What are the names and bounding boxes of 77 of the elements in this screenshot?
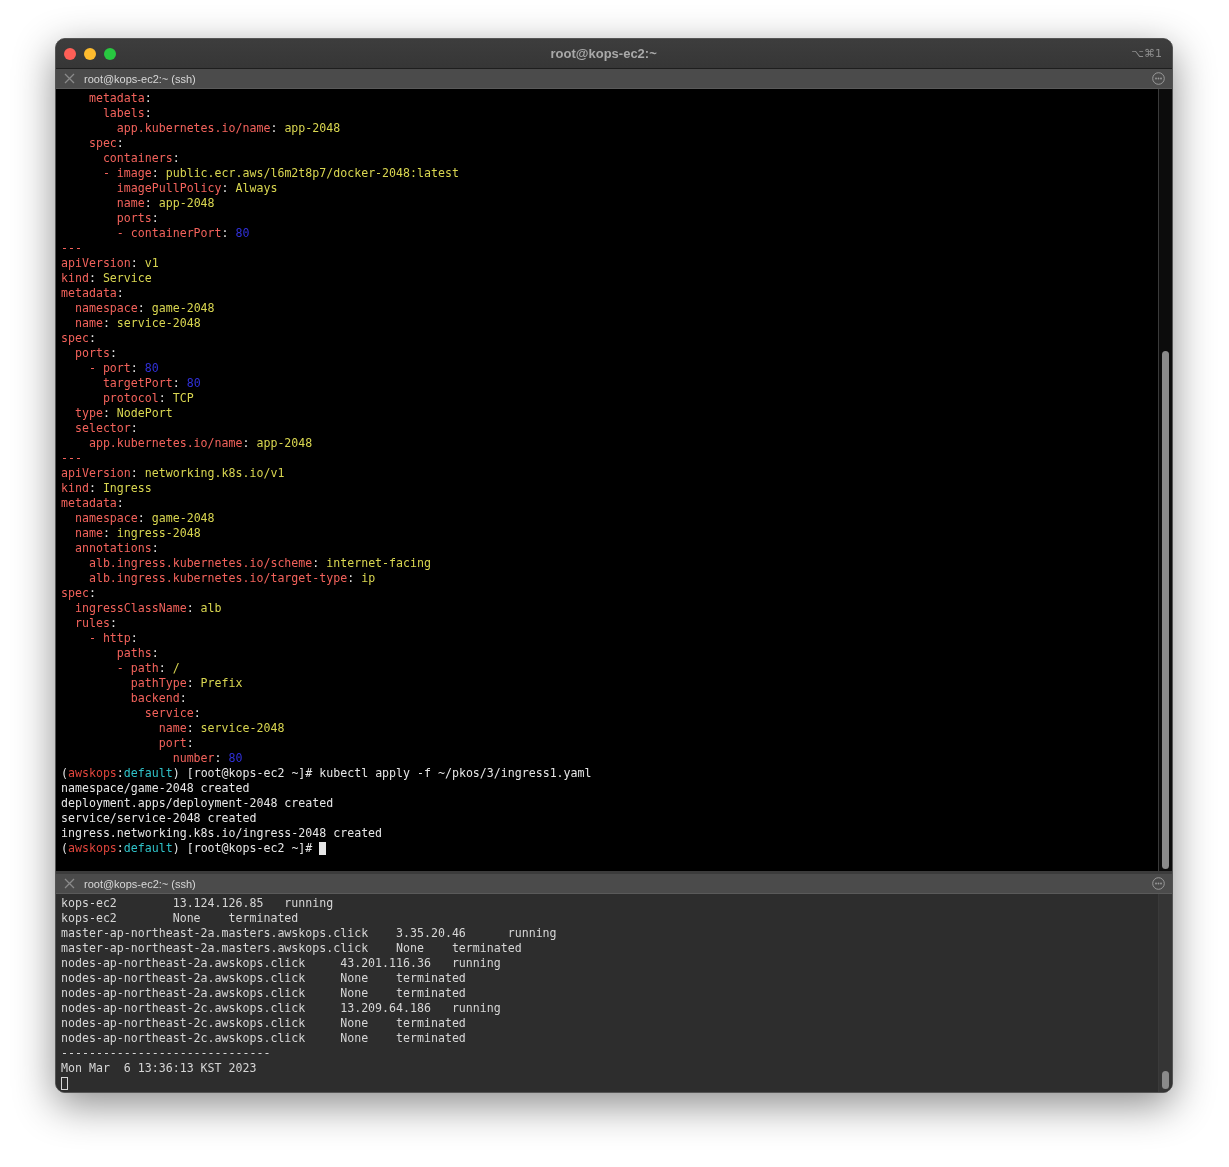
scrollbar-thumb[interactable] [1162,351,1169,869]
terminal-line: spec: [87,136,124,151]
terminal-line: --- [61,241,82,256]
terminal-line: apiVersion: networking.k8s.io/v1 [61,466,285,481]
close-button[interactable] [64,47,76,60]
terminal-line: name: service-2048 [157,721,285,736]
terminal-line: service/service-2048 created [61,811,257,826]
terminal-line: protocol: TCP [101,391,194,406]
terminal-line: namespace: game-2048 [73,511,215,526]
terminal-line: ingress.networking.k8s.io/ingress-2048 created [61,826,383,841]
terminal-line: nodes-ap-northeast-2c.awskops.click None terminated [61,1016,466,1031]
terminal-line: targetPort: 80 [101,376,201,391]
terminal-line: backend: [129,691,187,706]
terminal-line: kind: Service [61,271,152,286]
terminal-line: name: service-2048 [73,316,201,331]
terminal-line: nodes-ap-northeast-2a.awskops.click None terminated [61,971,466,986]
terminal-line: namespace: game-2048 [73,301,215,316]
terminal-line: service: [143,706,201,721]
pane-title: root@kops-ec2:~ (ssh) [84,877,197,890]
terminal-line: ingressClassName: alb [73,601,222,616]
terminal-line: - port: 80 [87,361,159,376]
terminal-line: namespace/game-2048 created [61,781,250,796]
terminal-line: master-ap-northeast-2a.masters.awskops.click None terminated [61,941,522,956]
terminal-line: - http: [87,631,138,646]
terminal-line: nodes-ap-northeast-2a.awskops.click 43.201.116.36 running [61,956,501,971]
terminal-line: nodes-ap-northeast-2c.awskops.click None terminated [61,1031,466,1046]
terminal-line: paths: [115,646,159,661]
terminal-line: metadata: [61,286,124,301]
close-icon[interactable] [64,73,75,84]
terminal-line: master-ap-northeast-2a.masters.awskops.click 3.35.20.46 running [61,926,557,941]
terminal-line: kind: Ingress [61,481,152,496]
terminal-line: imagePullPolicy: Always [115,181,278,196]
zoom-button[interactable] [104,47,116,60]
terminal-line: type: NodePort [73,406,173,421]
terminal-line: metadata: [61,496,124,511]
terminal-line: kops-ec2 13.124.126.85 running [61,896,334,911]
terminal-line: --- [61,451,82,466]
terminal-line: name: app-2048 [115,196,215,211]
terminal-line: apiVersion: v1 [61,256,159,271]
terminal-line: ------------------------------ [61,1046,271,1061]
minimize-button[interactable] [84,47,96,60]
terminal-line: name: ingress-2048 [73,526,201,541]
terminal-line: pathType: Prefix [129,676,243,691]
terminal-line: - image: public.ecr.aws/l6m2t8p7/docker-2048:latest [101,166,459,181]
terminal-line: app.kubernetes.io/name: app-2048 [115,121,341,136]
more-icon[interactable] [1152,72,1165,85]
window-title: root@kops-ec2:~ [549,46,658,61]
terminal-line: ports: [115,211,159,226]
terminal-line: spec: [61,331,96,346]
terminal-line: annotations: [73,541,159,556]
terminal-line: number: 80 [171,751,243,766]
terminal-line: port: [157,736,194,751]
terminal-line: labels: [101,106,152,121]
terminal-line: rules: [73,616,117,631]
terminal-line: containers: [101,151,180,166]
terminal-line: spec: [61,586,96,601]
text-cursor [61,1077,68,1090]
terminal-line: Mon Mar 6 13:36:13 KST 2023 [61,1061,257,1076]
terminal-line: - containerPort: 80 [115,226,250,241]
terminal-line: app.kubernetes.io/name: app-2048 [87,436,313,451]
keyboard-shortcut: ⌥⌘1 [1131,47,1163,60]
scrollbar[interactable] [1158,89,1172,871]
scrollbar-thumb[interactable] [1162,1071,1169,1089]
terminal-line: selector: [73,421,138,436]
terminal-line: (awskops:default) [root@kops-ec2 ~]# [61,841,314,856]
terminal-line: ports: [73,346,117,361]
terminal-line: - path: / [115,661,180,676]
terminal-line: alb.ingress.kubernetes.io/target-type: ip [87,571,376,586]
terminal-line: nodes-ap-northeast-2a.awskops.click None terminated [61,986,466,1001]
terminal-line: alb.ingress.kubernetes.io/scheme: internet-facing [87,556,431,571]
text-cursor [319,842,327,855]
terminal-line: (awskops:default) [root@kops-ec2 ~]# kubectl apply -f ~/pkos/3/ingress1.yaml [61,766,592,781]
terminal-line: metadata: [87,91,152,106]
terminal-line: deployment.apps/deployment-2048 created [61,796,334,811]
pane-title: root@kops-ec2:~ (ssh) [84,72,197,85]
terminal-line: nodes-ap-northeast-2c.awskops.click 13.209.64.186 running [61,1001,501,1016]
terminal-line: kops-ec2 None terminated [61,911,299,926]
